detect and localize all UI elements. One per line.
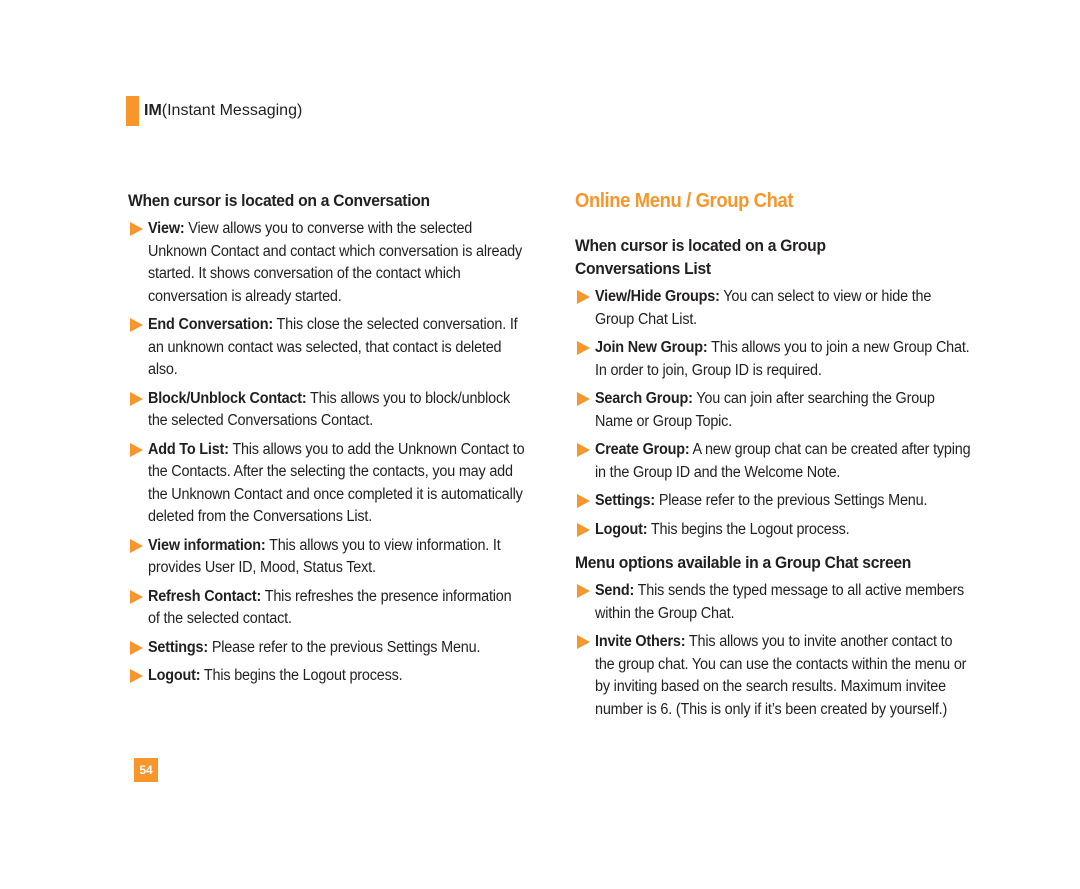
list-item: Block/Unblock Contact: This allows you t…: [128, 388, 528, 433]
item-text: Settings: Please refer to the previous S…: [595, 490, 973, 513]
item-description: This begins the Logout process.: [200, 667, 403, 684]
online-menu-heading: Online Menu / Group Chat: [575, 190, 794, 212]
item-term: Invite Others:: [595, 633, 686, 650]
item-text: Logout: This begins the Logout process.: [595, 519, 973, 542]
item-text: Refresh Contact: This refreshes the pres…: [148, 586, 526, 631]
list-item: Create Group: A new group chat can be cr…: [575, 439, 975, 484]
bullet-triangle-icon: [130, 318, 143, 332]
item-term: Settings:: [595, 492, 655, 509]
section-header-label: IM(Instant Messaging): [144, 102, 302, 120]
bullet-triangle-icon: [130, 442, 143, 457]
left-column: When cursor is located on a Conversation…: [128, 189, 528, 694]
item-text: Block/Unblock Contact: This allows you t…: [148, 388, 526, 433]
section-abbrev: IM: [144, 102, 162, 119]
list-item: Settings: Please refer to the previous S…: [575, 490, 975, 513]
item-term: Add To List:: [148, 440, 229, 458]
header-accent-bar: [126, 96, 139, 126]
item-term: End Conversation:: [148, 316, 273, 333]
bullet-triangle-icon: [130, 391, 143, 406]
bullet-triangle-icon: [577, 290, 590, 304]
bullet-triangle-icon: [577, 443, 590, 457]
section-name: (Instant Messaging): [161, 102, 303, 119]
item-term: Logout:: [148, 667, 201, 684]
list-item: Join New Group: This allows you to join …: [575, 337, 975, 382]
item-description: This begins the Logout process.: [647, 520, 850, 538]
list-item: End Conversation: This close the selecte…: [128, 314, 528, 382]
group-list-menu-list: View/Hide Groups: You can select to view…: [575, 286, 975, 541]
item-term: Create Group:: [595, 441, 690, 458]
item-text: Create Group: A new group chat can be cr…: [595, 439, 973, 484]
group-chat-section-title: Menu options available in a Group Chat s…: [575, 553, 912, 572]
bullet-triangle-icon: [130, 538, 143, 553]
section-header: IM(Instant Messaging): [126, 96, 302, 126]
item-text: Settings: Please refer to the previous S…: [148, 637, 526, 660]
list-item: Logout: This begins the Logout process.: [575, 519, 975, 542]
bullet-triangle-icon: [577, 635, 590, 649]
item-term: Search Group:: [595, 390, 693, 407]
right-column: Online Menu / Group Chat When cursor is …: [575, 188, 975, 727]
item-term: Settings:: [148, 638, 208, 656]
item-text: Send: This sends the typed message to al…: [595, 580, 973, 625]
group-list-section-title: When cursor is located on a Group Conver…: [575, 236, 826, 278]
list-item: Settings: Please refer to the previous S…: [128, 637, 528, 660]
list-item: Logout: This begins the Logout process.: [128, 665, 528, 688]
bullet-triangle-icon: [130, 222, 143, 236]
item-term: View/Hide Groups:: [595, 288, 720, 305]
page-number: 54: [134, 758, 158, 782]
item-text: Search Group: You can join after searchi…: [595, 388, 973, 433]
list-item: Search Group: You can join after searchi…: [575, 388, 975, 433]
item-term: Block/Unblock Contact:: [148, 389, 307, 407]
item-term: Send:: [595, 582, 635, 599]
item-description: This sends the typed message to all acti…: [595, 582, 965, 622]
list-item: Add To List: This allows you to add the …: [128, 439, 528, 529]
conversation-menu-list: View: View allows you to converse with t…: [128, 218, 528, 688]
item-text: Join New Group: This allows you to join …: [595, 337, 973, 382]
list-item: Invite Others: This allows you to invite…: [575, 631, 975, 721]
conversation-section-title: When cursor is located on a Conversation: [128, 191, 430, 210]
list-item: Refresh Contact: This refreshes the pres…: [128, 586, 528, 631]
bullet-triangle-icon: [577, 522, 590, 537]
bullet-triangle-icon: [577, 494, 590, 508]
item-text: View/Hide Groups: You can select to view…: [595, 286, 973, 331]
item-text: View: View allows you to converse with t…: [148, 218, 526, 308]
item-term: View:: [148, 220, 185, 237]
item-description: Please refer to the previous Settings Me…: [654, 492, 928, 509]
bullet-triangle-icon: [130, 589, 143, 604]
item-term: Join New Group:: [595, 339, 708, 356]
item-text: Add To List: This allows you to add the …: [148, 439, 526, 529]
item-term: View information:: [148, 536, 266, 554]
item-description: View allows you to converse with the sel…: [148, 220, 523, 305]
list-item: View: View allows you to converse with t…: [128, 218, 528, 308]
item-text: End Conversation: This close the selecte…: [148, 314, 526, 382]
item-term: Refresh Contact:: [148, 587, 262, 605]
list-item: Send: This sends the typed message to al…: [575, 580, 975, 625]
list-item: View information: This allows you to vie…: [128, 535, 528, 580]
bullet-triangle-icon: [577, 584, 590, 598]
item-description: Please refer to the previous Settings Me…: [207, 638, 481, 656]
bullet-triangle-icon: [130, 640, 143, 655]
item-text: Logout: This begins the Logout process.: [148, 665, 526, 688]
item-text: Invite Others: This allows you to invite…: [595, 631, 973, 721]
bullet-triangle-icon: [130, 669, 143, 683]
bullet-triangle-icon: [577, 341, 590, 355]
item-text: View information: This allows you to vie…: [148, 535, 526, 580]
bullet-triangle-icon: [577, 392, 590, 406]
group-chat-menu-list: Send: This sends the typed message to al…: [575, 580, 975, 721]
list-item: View/Hide Groups: You can select to view…: [575, 286, 975, 331]
item-term: Logout:: [595, 520, 648, 538]
